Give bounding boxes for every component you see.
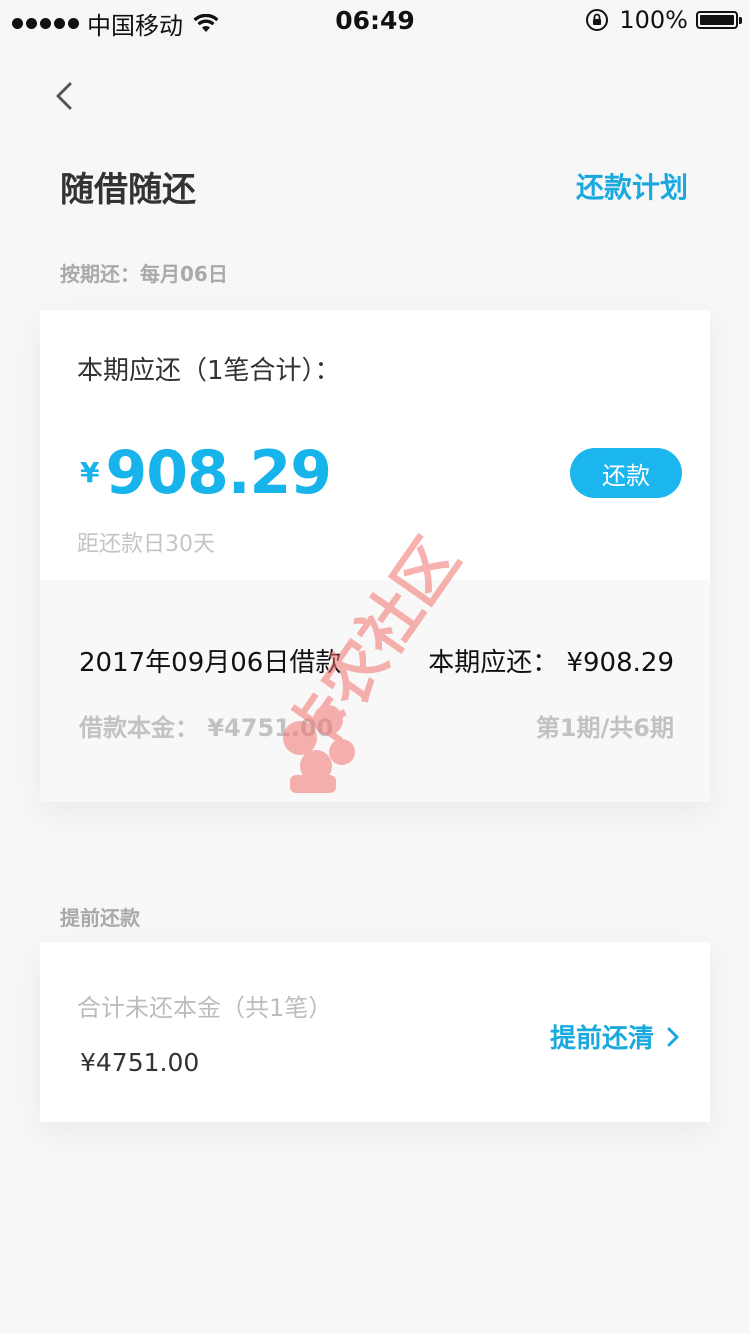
unpaid-principal-label: 合计未还本金（共1笔） xyxy=(77,994,333,1022)
loan-detail: 2017年09月06日借款 本期应还： ¥908.29 借款本金： ¥4751.… xyxy=(40,580,710,802)
loan-principal: 借款本金： ¥4751.00 xyxy=(79,714,334,742)
prepayment-card: 合计未还本金（共1笔） ¥4751.00 提前还清 xyxy=(40,942,710,1122)
unpaid-principal-amount: ¥4751.00 xyxy=(80,1048,200,1077)
chevron-right-icon xyxy=(667,1027,679,1046)
currency-symbol: ¥ xyxy=(80,456,100,489)
prepay-all-link[interactable]: 提前还清 xyxy=(550,1018,680,1055)
loan-date: 2017年09月06日借款 xyxy=(79,648,342,678)
prepay-all-label: 提前还清 xyxy=(549,1024,654,1054)
repayment-plan-link[interactable]: 还款计划 xyxy=(576,166,688,206)
chevron-left-icon xyxy=(56,82,72,110)
installment-section-label: 按期还：每月06日 xyxy=(60,262,228,286)
status-right: 100% xyxy=(585,6,742,34)
due-amount-value: 908.29 xyxy=(105,438,332,508)
current-due: 本期应还： ¥908.29 xyxy=(428,648,674,678)
status-bar: 中国移动 06:49 100% xyxy=(0,0,750,40)
repay-button[interactable]: 还款 xyxy=(570,448,682,498)
page-title: 随借随还 xyxy=(60,170,196,210)
days-until-due: 距还款日30天 xyxy=(77,532,215,557)
loan-repayment-screen: 中国移动 06:49 100% 随借随还 还款计划 按期还：每月06日 本期应还… xyxy=(0,0,750,1334)
prepayment-section-label: 提前还款 xyxy=(60,906,140,930)
installment-card: 本期应还（1笔合计）： ¥ 908.29 还款 距还款日30天 2017年09月… xyxy=(40,310,710,802)
installment-period: 第1期/共6期 xyxy=(535,714,674,742)
rotation-lock-icon xyxy=(586,9,609,31)
due-label: 本期应还（1笔合计）： xyxy=(77,356,341,386)
battery-icon xyxy=(696,11,742,29)
battery-percent: 100% xyxy=(619,6,688,34)
installment-summary: 本期应还（1笔合计）： ¥ 908.29 还款 距还款日30天 xyxy=(40,310,710,580)
due-amount: ¥ 908.29 xyxy=(80,438,332,508)
back-button[interactable] xyxy=(50,78,80,114)
